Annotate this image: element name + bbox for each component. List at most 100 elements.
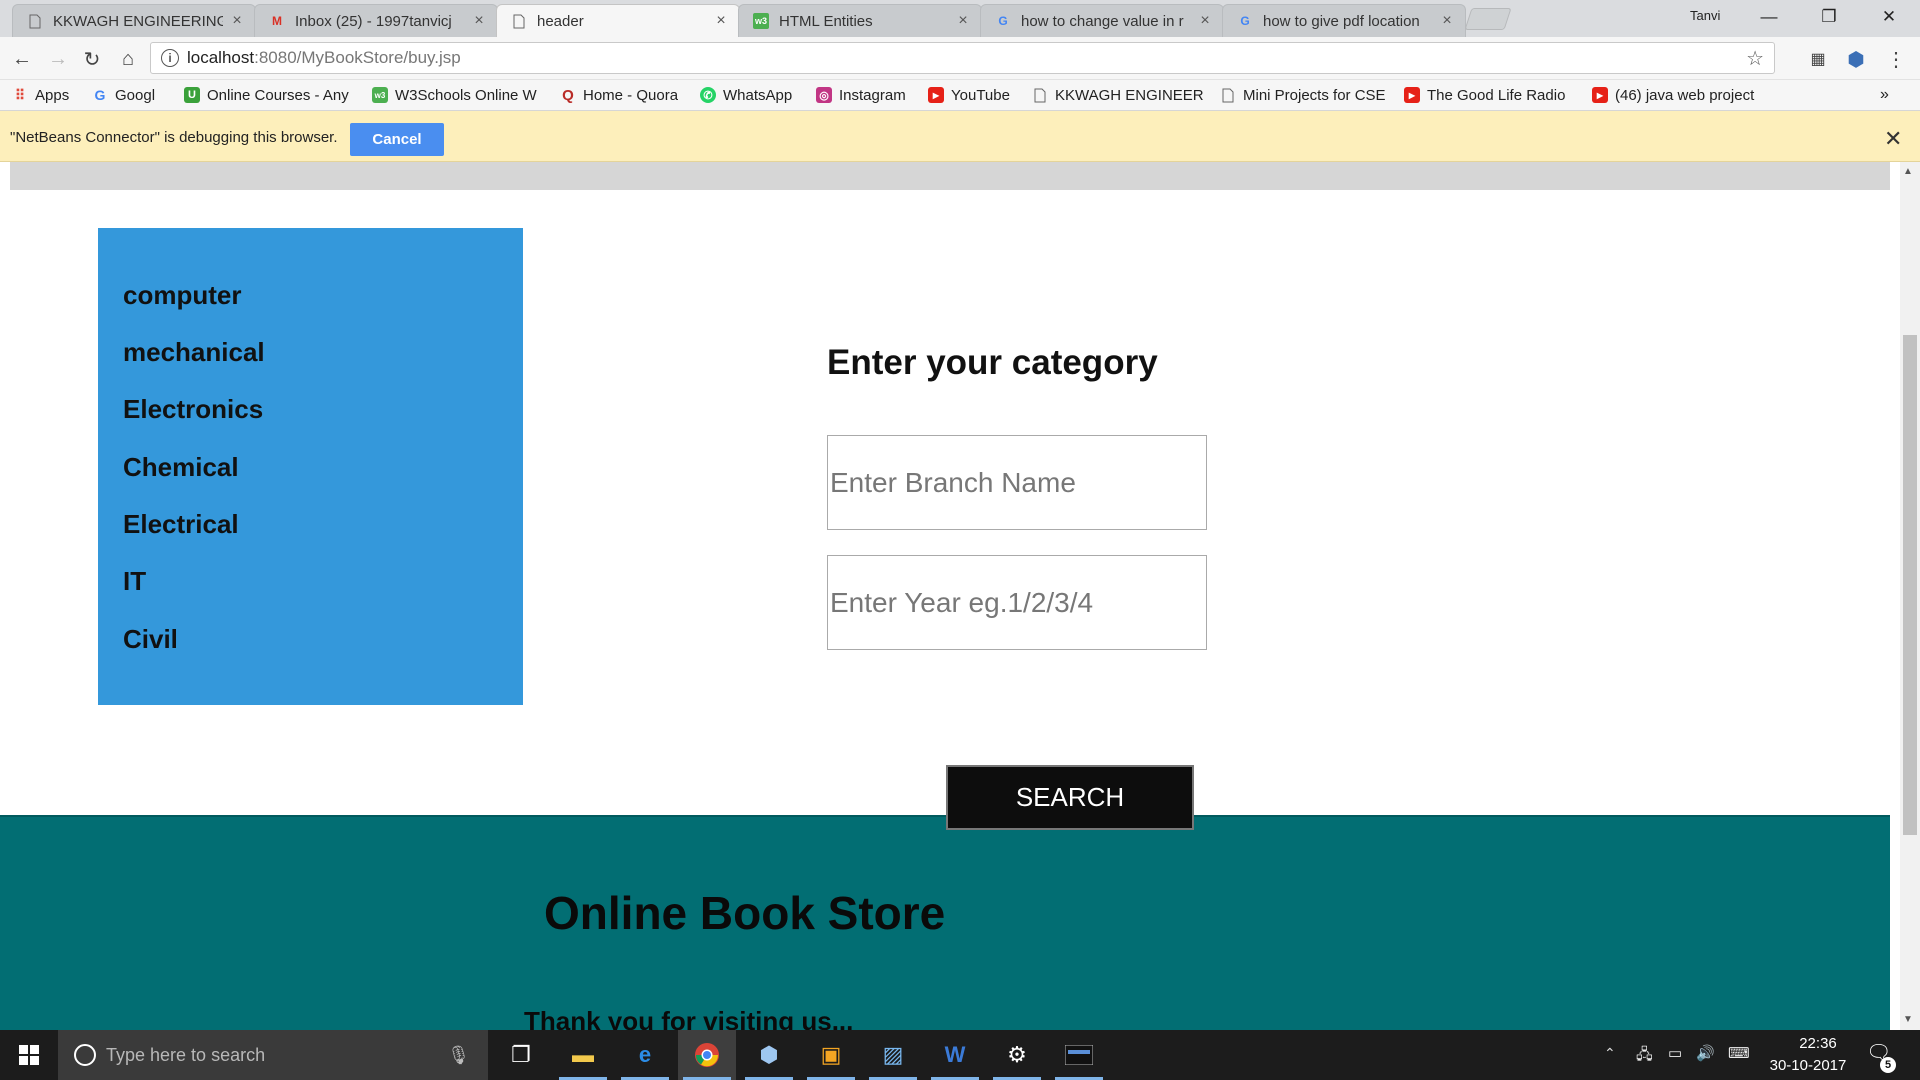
windows-start-icon[interactable] bbox=[0, 1030, 58, 1080]
category-link-mechanical[interactable]: mechanical bbox=[123, 337, 265, 368]
tab-header[interactable]: header × bbox=[496, 4, 740, 37]
volume-icon[interactable]: 🔊 bbox=[1696, 1044, 1715, 1062]
page-icon bbox=[1220, 87, 1236, 103]
category-link-electronics[interactable]: Electronics bbox=[123, 394, 263, 425]
taskbar-search[interactable]: Type here to search 🎙 bbox=[58, 1030, 488, 1080]
bookmark-youtube[interactable]: ▶ YouTube bbox=[928, 84, 1010, 106]
close-icon[interactable]: × bbox=[955, 12, 971, 30]
extension-icon[interactable]: ▦ bbox=[1804, 46, 1832, 72]
page-header-strip bbox=[10, 162, 1890, 190]
search-button[interactable]: SEARCH bbox=[946, 765, 1194, 830]
url-host: localhost bbox=[187, 48, 255, 67]
bookmark-star-icon[interactable]: ☆ bbox=[1746, 46, 1764, 71]
bookmark-good-life-radio[interactable]: ▶ The Good Life Radio bbox=[1404, 84, 1572, 106]
instagram-icon: ◎ bbox=[816, 87, 832, 103]
task-view-icon[interactable]: ❐ bbox=[492, 1030, 550, 1080]
new-tab-button[interactable] bbox=[1464, 8, 1512, 30]
store-app-icon[interactable]: ▣ bbox=[802, 1030, 860, 1080]
network-icon[interactable]: 🖧 bbox=[1636, 1044, 1653, 1069]
reload-icon[interactable]: ↻ bbox=[78, 46, 106, 72]
bookmark-label: YouTube bbox=[951, 86, 1010, 104]
bookmark-apps[interactable]: ⠿ Apps bbox=[12, 84, 69, 106]
bookmarks-overflow-icon[interactable]: » bbox=[1880, 84, 1889, 106]
quora-icon: Q bbox=[562, 86, 574, 104]
home-icon[interactable]: ⌂ bbox=[114, 46, 142, 72]
category-link-it[interactable]: IT bbox=[123, 566, 146, 597]
bookmark-label: (46) java web project bbox=[1615, 86, 1755, 104]
file-explorer-icon[interactable]: ▬ bbox=[554, 1030, 612, 1080]
menu-kebab-icon[interactable]: ⋮ bbox=[1882, 46, 1910, 72]
battery-icon[interactable]: ▭ bbox=[1668, 1044, 1682, 1062]
mysql-icon[interactable] bbox=[1050, 1030, 1108, 1080]
bookmark-online-courses[interactable]: U Online Courses - Any bbox=[184, 84, 356, 106]
settings-gear-icon[interactable]: ⚙ bbox=[988, 1030, 1046, 1080]
category-link-computer[interactable]: computer bbox=[123, 280, 241, 311]
bookmark-kkwagh[interactable]: KKWAGH ENGINEERI bbox=[1032, 84, 1204, 106]
branch-name-input[interactable] bbox=[827, 435, 1207, 530]
bookmark-label: Instagram bbox=[839, 86, 906, 104]
box-app-icon[interactable]: ⬢ bbox=[740, 1030, 798, 1080]
close-icon[interactable]: × bbox=[1197, 12, 1213, 30]
scroll-down-icon[interactable]: ▼ bbox=[1903, 1014, 1913, 1025]
bookmark-label: The Good Life Radio bbox=[1427, 86, 1566, 104]
profile-name[interactable]: Tanvi bbox=[1690, 8, 1720, 23]
bookmark-w3schools[interactable]: w3 W3Schools Online W bbox=[372, 84, 544, 106]
clock-date[interactable]: 30-10-2017 bbox=[1768, 1057, 1848, 1074]
address-bar[interactable]: i localhost:8080/MyBookStore/buy.jsp ☆ bbox=[150, 42, 1775, 74]
cancel-button[interactable]: Cancel bbox=[350, 123, 444, 156]
w3schools-icon: w3 bbox=[372, 87, 388, 103]
bookmark-whatsapp[interactable]: ✆ WhatsApp bbox=[700, 84, 792, 106]
whatsapp-icon: ✆ bbox=[700, 87, 716, 103]
info-icon[interactable]: i bbox=[161, 49, 179, 67]
bookmark-label: W3Schools Online W bbox=[395, 86, 537, 104]
close-window-icon[interactable]: ✕ bbox=[1860, 0, 1918, 34]
chrome-icon[interactable] bbox=[678, 1030, 736, 1080]
back-icon[interactable]: ← bbox=[8, 46, 36, 72]
tab-title: how to change value in r bbox=[1021, 12, 1184, 30]
bookmark-mini-projects[interactable]: Mini Projects for CSE bbox=[1220, 84, 1390, 106]
bookmark-java-web-project[interactable]: ▶ (46) java web project bbox=[1592, 84, 1764, 106]
tab-inbox[interactable]: M Inbox (25) - 1997tanvicj × bbox=[254, 4, 498, 37]
bookmark-label: KKWAGH ENGINEERI bbox=[1055, 86, 1204, 104]
close-icon[interactable]: × bbox=[713, 12, 729, 30]
scrollbar-thumb[interactable] bbox=[1903, 335, 1917, 835]
bookmark-google[interactable]: G Googl bbox=[92, 84, 162, 106]
microphone-icon[interactable]: 🎙 bbox=[447, 1045, 470, 1066]
close-icon[interactable]: × bbox=[471, 12, 487, 30]
youtube-icon: ▶ bbox=[1592, 87, 1608, 103]
tab-pdf-location[interactable]: G how to give pdf location × bbox=[1222, 4, 1466, 37]
bookmark-label: Apps bbox=[35, 86, 70, 104]
category-link-electrical[interactable]: Electrical bbox=[123, 509, 239, 540]
udemy-icon: U bbox=[184, 87, 200, 103]
google-icon: G bbox=[94, 87, 106, 103]
close-icon[interactable]: ✕ bbox=[1884, 126, 1902, 152]
bookmarks-bar: ⠿ Apps G Googl U Online Courses - Any w3 W3S… bbox=[0, 80, 1920, 111]
close-icon[interactable]: × bbox=[229, 12, 245, 30]
word-icon[interactable]: W bbox=[926, 1030, 984, 1080]
taskbar-search-placeholder: Type here to search bbox=[106, 1044, 266, 1065]
forward-icon[interactable]: → bbox=[44, 46, 72, 72]
page-icon bbox=[511, 13, 527, 29]
tab-kkwagh[interactable]: KKWAGH ENGINEERING × bbox=[12, 4, 256, 37]
category-link-chemical[interactable]: Chemical bbox=[123, 452, 239, 483]
category-link-civil[interactable]: Civil bbox=[123, 624, 178, 655]
google-icon: G bbox=[998, 14, 1008, 28]
tab-change-value[interactable]: G how to change value in r × bbox=[980, 4, 1224, 37]
bookmark-quora[interactable]: Q Home - Quora bbox=[560, 84, 678, 106]
restore-icon[interactable]: ❐ bbox=[1800, 0, 1858, 34]
scroll-up-icon[interactable]: ▲ bbox=[1903, 166, 1913, 177]
footer-title: Online Book Store bbox=[544, 887, 946, 939]
keyboard-icon[interactable]: ⌨ bbox=[1728, 1044, 1750, 1062]
minimize-icon[interactable]: — bbox=[1740, 0, 1798, 34]
photos-icon[interactable]: ▨ bbox=[864, 1030, 922, 1080]
tray-chevron-icon[interactable]: ⌃ bbox=[1604, 1045, 1616, 1062]
year-input[interactable] bbox=[827, 555, 1207, 650]
bookmark-instagram[interactable]: ◎ Instagram bbox=[816, 84, 906, 106]
edge-icon[interactable]: e bbox=[616, 1030, 674, 1080]
clock-time[interactable]: 22:36 bbox=[1788, 1035, 1848, 1052]
extension-shield-icon[interactable]: ⬢ bbox=[1842, 46, 1870, 72]
tab-html-entities[interactable]: w3 HTML Entities × bbox=[738, 4, 982, 37]
bookmark-label: Mini Projects for CSE bbox=[1243, 86, 1386, 104]
close-icon[interactable]: × bbox=[1439, 12, 1455, 30]
url-path: :8080/MyBookStore/buy.jsp bbox=[254, 48, 461, 67]
